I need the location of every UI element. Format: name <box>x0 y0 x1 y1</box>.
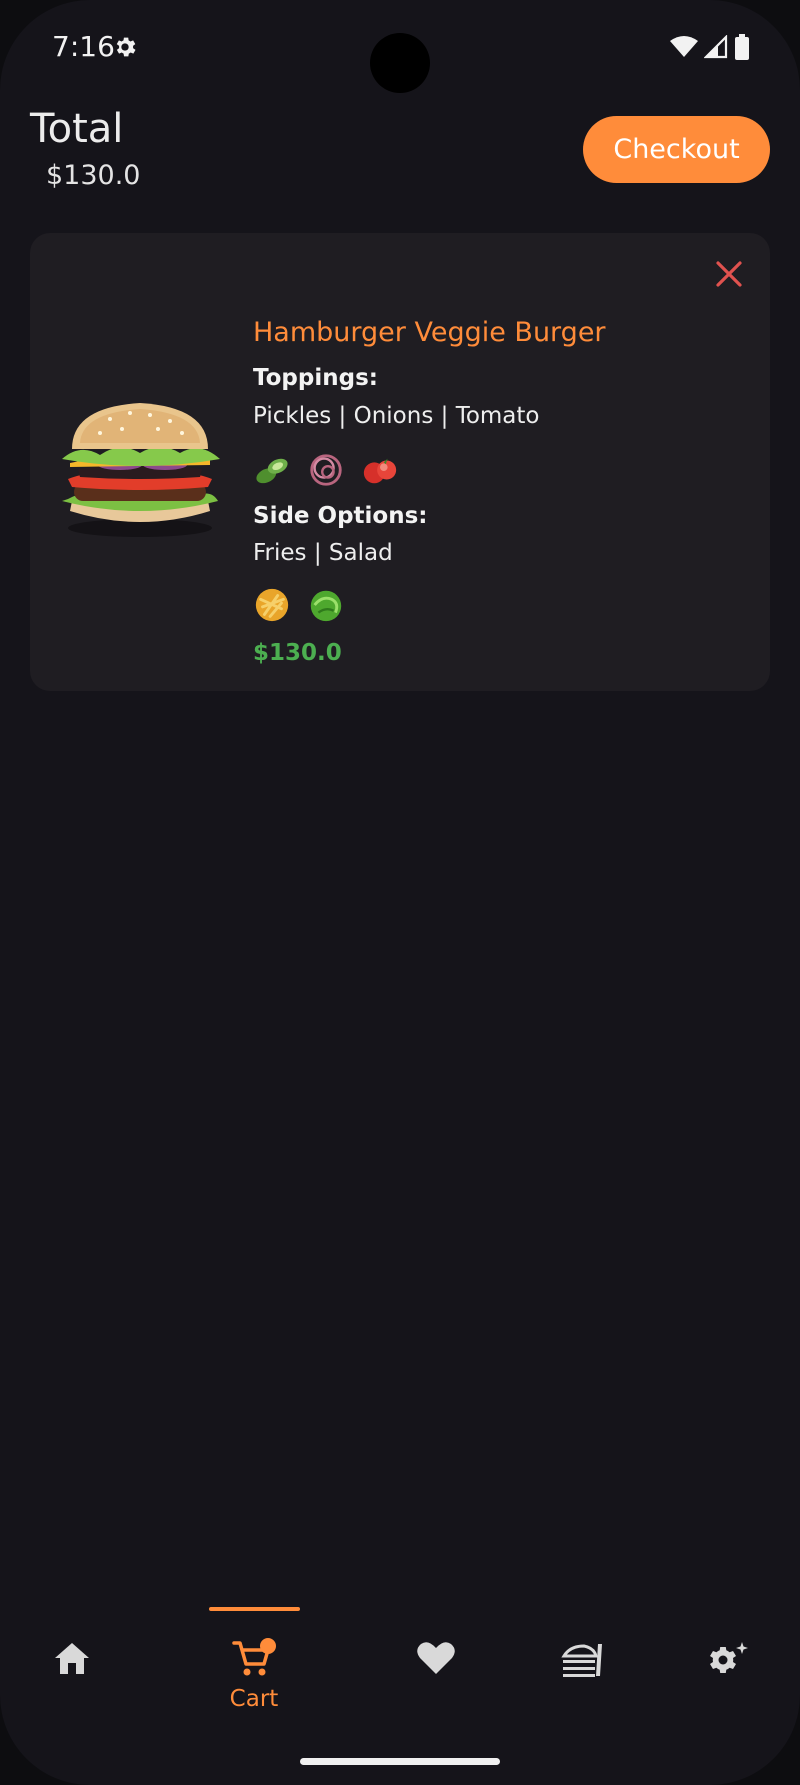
battery-icon <box>735 34 749 60</box>
fries-icon <box>255 588 289 622</box>
total-label: Total <box>30 106 124 152</box>
camera-cutout <box>370 33 430 93</box>
item-price: $130.0 <box>253 640 342 666</box>
nav-cart-label: Cart <box>229 1686 279 1712</box>
settings-gear-status-icon <box>116 37 136 57</box>
app-screen: 7:16 Total $130.0 Checkout Hamburger Veg… <box>0 0 800 1785</box>
onions-icon <box>310 454 342 486</box>
cart-item-card: Hamburger Veggie Burger Toppings: Pickle… <box>30 233 770 691</box>
toppings-value: Pickles | Onions | Tomato <box>253 403 540 429</box>
bottom-navigation: Cart <box>0 1600 800 1730</box>
item-title: Hamburger Veggie Burger <box>253 317 606 348</box>
nav-selected-indicator <box>209 1607 300 1611</box>
status-bar: 7:16 <box>0 0 800 100</box>
salad-icon <box>310 590 342 622</box>
nav-item-home[interactable] <box>22 1640 122 1720</box>
remove-item-icon[interactable] <box>714 259 744 289</box>
nav-item-settings[interactable] <box>677 1640 777 1720</box>
status-time: 7:16 <box>52 30 115 63</box>
wifi-icon <box>670 36 698 57</box>
pickles-icon <box>256 458 288 484</box>
side-options-icons <box>253 586 345 624</box>
nav-item-favorites[interactable] <box>386 1640 486 1720</box>
side-options-label: Side Options: <box>253 503 428 529</box>
cart-icon <box>232 1638 276 1676</box>
heart-icon <box>417 1642 455 1674</box>
settings-icon <box>710 1642 748 1673</box>
burger-image <box>62 403 220 537</box>
checkout-button[interactable]: Checkout <box>583 116 770 183</box>
home-icon <box>55 1643 89 1674</box>
toppings-label: Toppings: <box>253 365 378 391</box>
nav-item-cart[interactable]: Cart <box>204 1638 304 1718</box>
signal-icon <box>704 35 728 59</box>
side-options-value: Fries | Salad <box>253 540 393 566</box>
tomato-icon <box>363 458 397 484</box>
toppings-icons <box>253 451 399 489</box>
gesture-navigation-bar[interactable] <box>300 1758 500 1765</box>
status-icons <box>670 34 750 60</box>
orders-icon <box>561 1644 602 1677</box>
total-value: $130.0 <box>46 160 141 191</box>
nav-item-orders[interactable] <box>532 1640 632 1720</box>
